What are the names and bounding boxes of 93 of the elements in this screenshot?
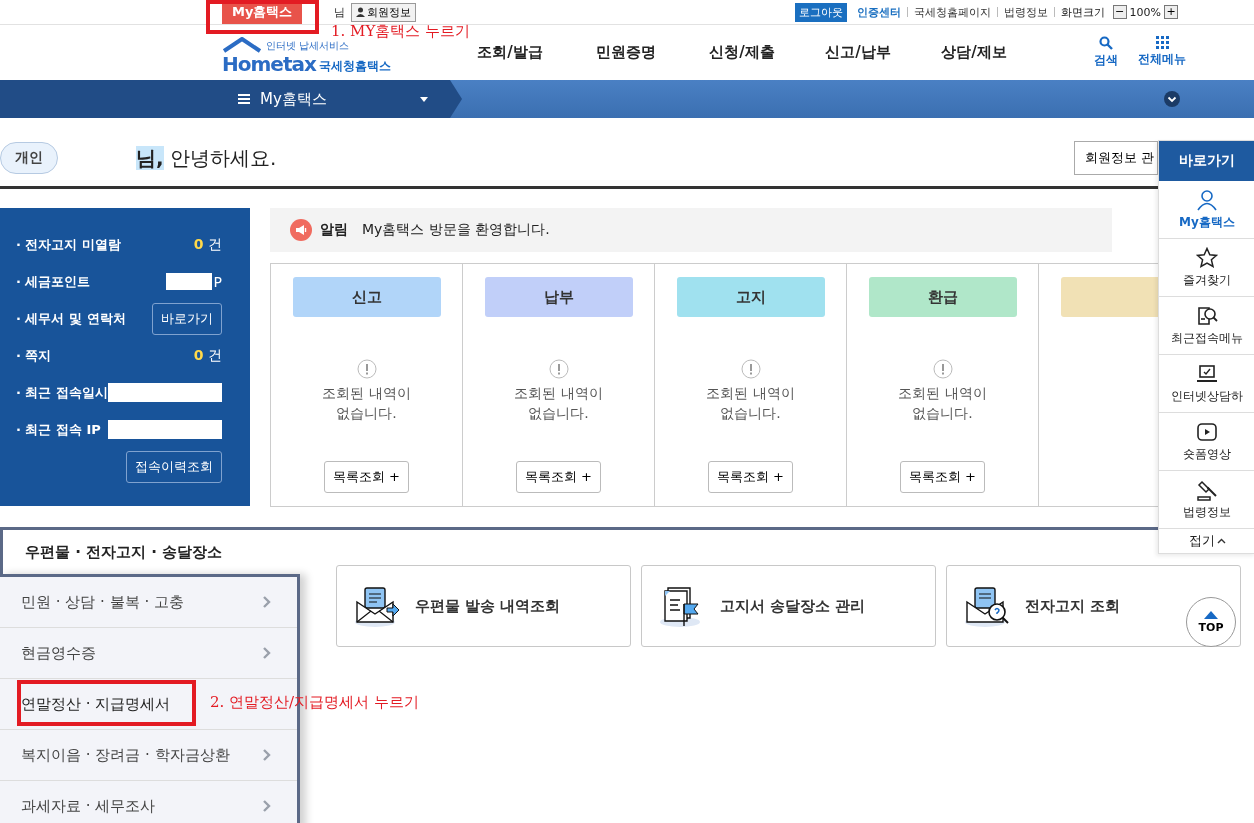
- chevron-right-icon: [263, 647, 271, 659]
- scroll-top-button[interactable]: TOP: [1186, 597, 1236, 647]
- alert-icon: [932, 359, 953, 379]
- member-manage-button[interactable]: 회원정보 관: [1074, 141, 1158, 175]
- alert-icon: [548, 359, 569, 379]
- category-label: 납부: [484, 277, 633, 317]
- caret-up-icon: [1216, 538, 1226, 544]
- nav-menu-item[interactable]: 상담/제보: [916, 43, 1032, 62]
- chevron-down-icon: [1164, 91, 1180, 107]
- top-link[interactable]: 국세청홈페이지: [913, 4, 991, 20]
- arrow-divider-icon: [450, 80, 462, 118]
- member-info-button[interactable]: 회원정보: [351, 2, 417, 22]
- category-menu-item[interactable]: 민원 · 상담 · 불복 · 고충: [0, 577, 297, 627]
- zoom-in-button[interactable]: +: [1164, 5, 1178, 19]
- chevron-right-icon: [263, 596, 271, 608]
- triangle-up-icon: [1204, 610, 1218, 619]
- redacted-box: [165, 273, 212, 290]
- envelope-magnifier-icon: [963, 584, 1011, 628]
- grid-menu-icon: [1155, 36, 1169, 49]
- list-view-button[interactable]: 목록조회 +: [324, 461, 409, 493]
- quick-menu-item[interactable]: My홈택스: [1159, 181, 1254, 239]
- top-link[interactable]: 화면크기: [1060, 4, 1105, 20]
- quick-menu-item[interactable]: 즐겨찾기: [1159, 239, 1254, 297]
- summary-label: · 최근 접속일시: [16, 383, 108, 402]
- panel-button[interactable]: 바로가기: [152, 302, 222, 335]
- summary-count: 0 건: [193, 346, 222, 365]
- empty-message: 조회된 내역이 없습니다.: [322, 384, 411, 423]
- list-view-button[interactable]: 목록조회 +: [516, 461, 601, 493]
- category-menu-item[interactable]: 과세자료 · 세무조사: [0, 781, 297, 823]
- category-menu-item[interactable]: 복지이음 · 장려금 · 학자금상환: [0, 730, 297, 780]
- logo-tagline: 인터넷 납세서비스: [266, 39, 350, 53]
- category-label: 고지: [676, 277, 825, 317]
- document-search-icon: [1196, 304, 1218, 327]
- person-icon: [1196, 188, 1218, 211]
- service-card[interactable]: 고지서 송달장소 관리: [641, 565, 936, 647]
- empty-message: 조회된 내역이 없습니다.: [898, 384, 987, 423]
- greeting-text: 님, 안녕하세요.: [136, 144, 277, 172]
- top-link[interactable]: 법령정보: [1003, 4, 1048, 20]
- panel-button[interactable]: 접속이력조회: [126, 450, 222, 483]
- category-label: 신고: [292, 277, 441, 317]
- category-menu-item[interactable]: 연말정산 · 지급명세서: [0, 679, 175, 729]
- chevron-right-icon: [263, 749, 271, 761]
- star-icon: [1196, 246, 1218, 269]
- alert-icon: [356, 359, 377, 379]
- list-view-button[interactable]: 목록조회 +: [900, 461, 985, 493]
- logout-button[interactable]: 로그아웃: [794, 2, 847, 22]
- notice-text: My홈택스 방문을 환영합니다.: [362, 221, 550, 239]
- user-suffix: 님: [334, 4, 346, 20]
- zoom-out-button[interactable]: −: [1112, 5, 1127, 19]
- category-label: 환급: [868, 277, 1017, 317]
- zoom-value: 100%: [1129, 5, 1161, 19]
- alert-icon: [740, 359, 761, 379]
- search-button[interactable]: 검색: [1094, 36, 1118, 69]
- empty-message: 조회된 내역이 없습니다.: [514, 384, 603, 423]
- envelope-icon: [353, 584, 401, 628]
- annotation-text: 1. MY홈택스 누르기: [331, 22, 471, 41]
- caret-icon: [420, 96, 428, 102]
- nav-menu-item[interactable]: 민원증명: [568, 43, 684, 62]
- summary-label: · 쪽지: [16, 346, 52, 365]
- nav-menu-item[interactable]: 조회/발급: [452, 43, 568, 62]
- quick-menu-item[interactable]: 법령정보: [1159, 471, 1254, 529]
- user-type-badge: 개인: [0, 142, 58, 174]
- fold-button[interactable]: 접기: [1159, 529, 1254, 553]
- quick-menu-item[interactable]: 숏폼영상: [1159, 413, 1254, 471]
- summary-label: · 세무서 및 연락처: [16, 309, 126, 328]
- nav-menu-item[interactable]: 신고/납부: [800, 43, 916, 62]
- summary-label: · 최근 접속 IP: [16, 420, 101, 439]
- summary-count: 0 건: [193, 235, 222, 254]
- quick-menu-item[interactable]: 최근접속메뉴: [1159, 297, 1254, 355]
- notice-label: 알림: [320, 221, 348, 239]
- summary-label: · 세금포인트: [16, 272, 91, 291]
- site-name: 국세청홈택스: [318, 57, 391, 75]
- search-icon: [1099, 36, 1113, 50]
- empty-message: 조회된 내역이 없습니다.: [706, 384, 795, 423]
- quick-menu-item[interactable]: 인터넷상담하: [1159, 355, 1254, 413]
- summary-label: · 전자고지 미열람: [16, 235, 121, 254]
- service-card[interactable]: 우편물 발송 내역조회: [336, 565, 631, 647]
- quick-menu-title: 바로가기: [1159, 141, 1254, 181]
- laptop-icon: [1196, 362, 1218, 385]
- menu-icon: [238, 94, 250, 104]
- top-link[interactable]: 인증센터: [856, 4, 901, 20]
- list-view-button[interactable]: 목록조회 +: [708, 461, 793, 493]
- house-roof-icon: [222, 36, 262, 53]
- points-unit: P: [213, 273, 222, 290]
- gavel-icon: [1196, 478, 1218, 501]
- chevron-right-icon: [263, 800, 271, 812]
- megaphone-icon: [290, 219, 312, 241]
- play-button-icon: [1196, 420, 1218, 443]
- all-menu-button[interactable]: 전체메뉴: [1138, 36, 1186, 69]
- category-menu-item[interactable]: 현금영수증: [0, 628, 297, 678]
- person-icon: [356, 7, 366, 17]
- nav-menu-item[interactable]: 신청/제출: [684, 43, 800, 62]
- hometax-logo[interactable]: Hometax: [222, 52, 316, 75]
